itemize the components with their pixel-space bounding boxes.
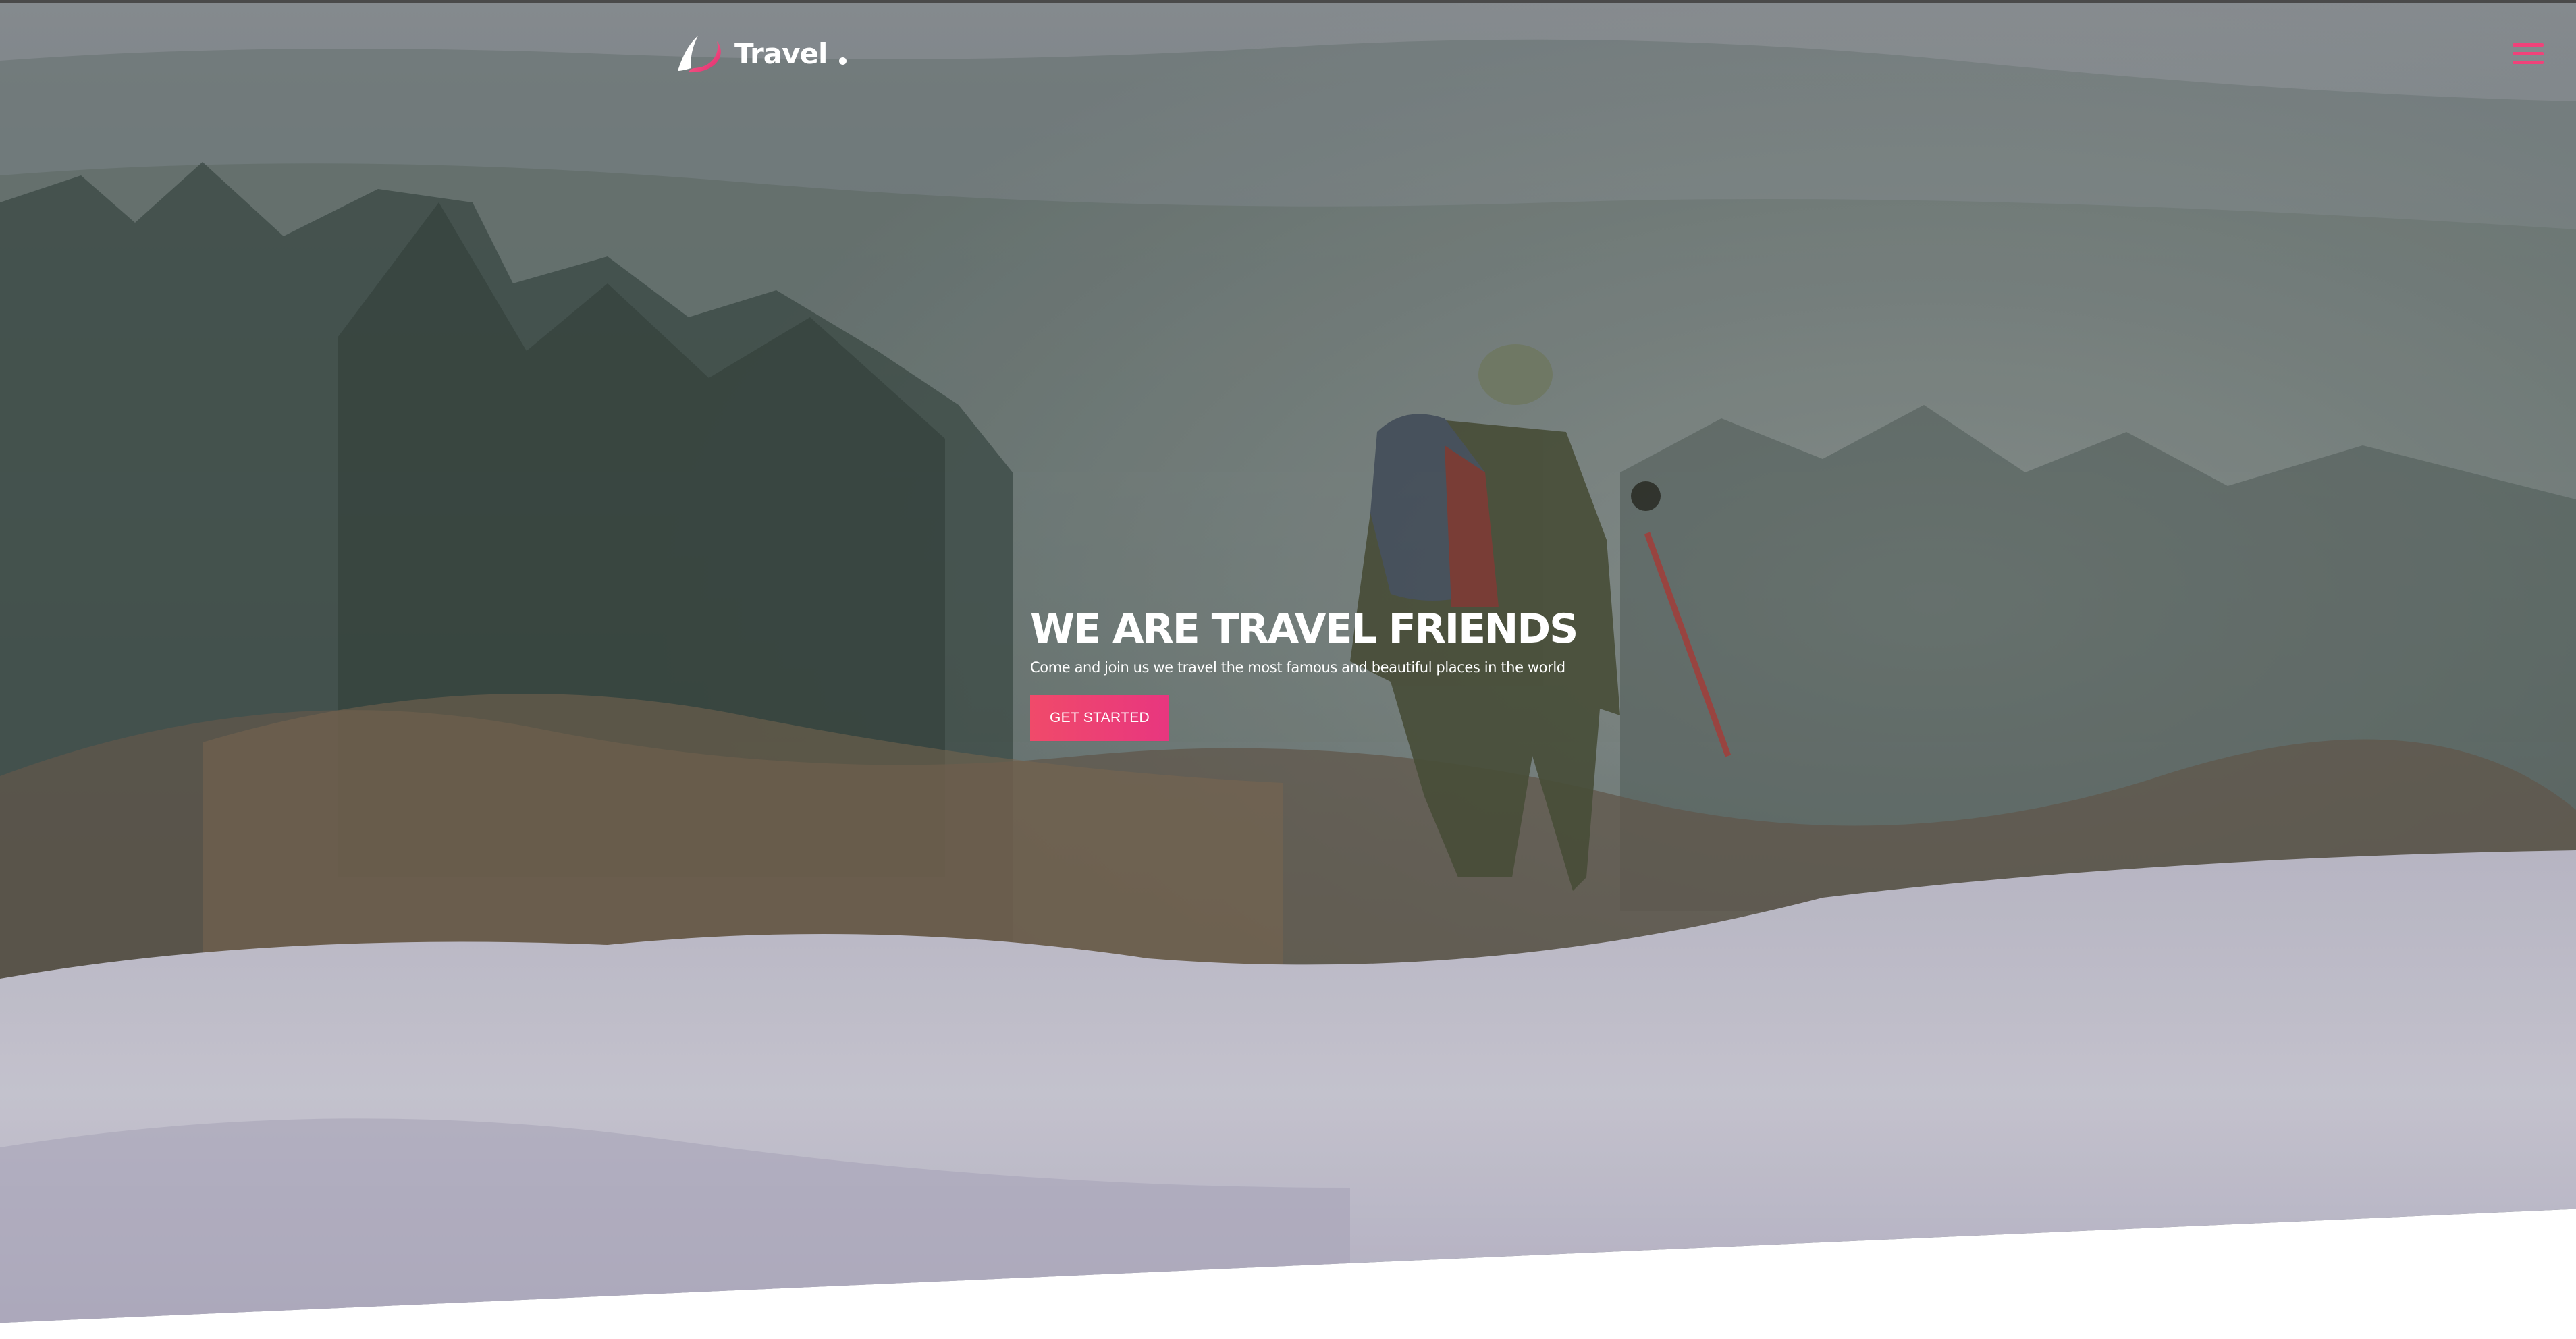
landing-page: WE ARE TRAVEL FRIENDS Come and join us w… xyxy=(0,0,2576,1339)
crescent-logo-icon xyxy=(678,36,721,73)
brand-logo[interactable]: Travel xyxy=(675,30,847,77)
hero-section: WE ARE TRAVEL FRIENDS Come and join us w… xyxy=(0,0,2576,1323)
brand-name: Travel xyxy=(734,36,828,70)
hamburger-line xyxy=(2513,43,2544,47)
get-started-button[interactable]: GET STARTED xyxy=(1030,695,1169,741)
hero-subtitle: Come and join us we travel the most famo… xyxy=(1030,659,1565,676)
hamburger-line xyxy=(2513,52,2544,55)
hamburger-menu-icon[interactable] xyxy=(2513,42,2544,66)
brand-dot xyxy=(839,57,847,65)
top-border xyxy=(0,0,2576,3)
hero-title: WE ARE TRAVEL FRIENDS xyxy=(1030,605,1578,653)
hamburger-line xyxy=(2513,61,2544,64)
hero-content: WE ARE TRAVEL FRIENDS Come and join us w… xyxy=(1030,602,1705,741)
